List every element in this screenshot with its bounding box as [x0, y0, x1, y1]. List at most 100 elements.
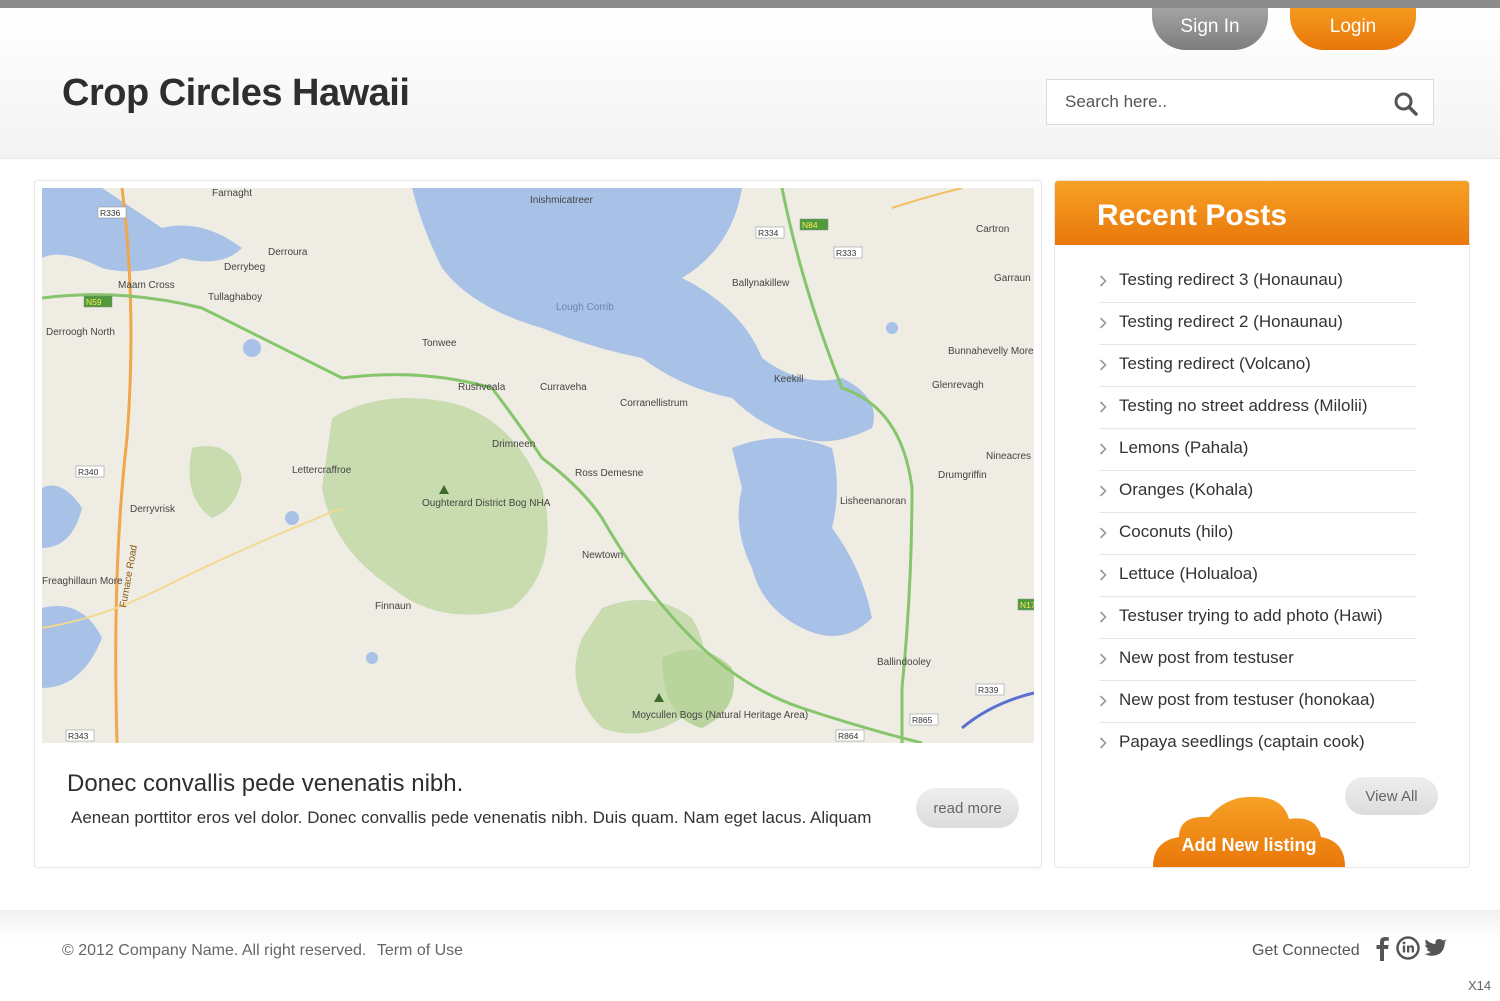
map-place-label: Oughterard District Bog NHA [422, 498, 551, 509]
map-place-label: Inishmicatreer [530, 195, 593, 206]
map-place-label: Tullaghaboy [208, 292, 262, 303]
terms-of-use-link[interactable]: Term of Use [377, 942, 463, 959]
recent-post-item[interactable]: Lettuce (Holualoa) [1099, 555, 1417, 597]
svg-text:R865: R865 [912, 715, 933, 725]
recent-post-label: Lettuce (Holualoa) [1119, 564, 1258, 583]
map-place-label: Bunnahevelly More [948, 346, 1034, 357]
map-place-label: Derroogh North [46, 327, 115, 338]
svg-text:R336: R336 [100, 208, 121, 218]
map-place-label: Derrybeg [224, 262, 265, 273]
chevron-right-icon [1099, 527, 1107, 539]
copyright: © 2012 Company Name. All right reserved.… [62, 942, 463, 960]
facebook-icon[interactable] [1370, 935, 1394, 961]
recent-post-label: Lemons (Pahala) [1119, 438, 1249, 457]
site-title: Crop Circles Hawaii [62, 72, 410, 114]
svg-text:R864: R864 [838, 731, 859, 741]
svg-text:R334: R334 [758, 228, 779, 238]
map-road-label: R864 [835, 729, 865, 742]
svg-text:N59: N59 [86, 297, 102, 307]
recent-post-item[interactable]: Coconuts (hilo) [1099, 513, 1417, 555]
copyright-text: © 2012 Company Name. All right reserved. [62, 942, 367, 959]
map-place-label: Drumgriffin [938, 470, 987, 481]
read-more-button[interactable]: read more [916, 788, 1019, 828]
recent-post-label: Testuser trying to add photo (Hawi) [1119, 606, 1383, 625]
map-place-label: Keekill [774, 374, 803, 385]
map-place-label: Nineacres [986, 451, 1031, 462]
recent-post-label: Testing redirect (Volcano) [1119, 354, 1311, 373]
map-road-label: R343 [65, 729, 95, 742]
add-new-listing-button[interactable]: Add New listing [1149, 793, 1349, 867]
chevron-right-icon [1099, 275, 1107, 287]
map-road-label: R336 [97, 206, 127, 219]
recent-post-item[interactable]: Testuser trying to add photo (Hawi) [1099, 597, 1417, 639]
map-place-label: Curraveha [540, 382, 587, 393]
recent-post-item[interactable]: Testing redirect 2 (Honaunau) [1099, 303, 1417, 345]
recent-post-item[interactable]: Lemons (Pahala) [1099, 429, 1417, 471]
page-code: X14 [1468, 978, 1492, 993]
map-road-label: N59 [83, 295, 113, 308]
chevron-right-icon [1099, 611, 1107, 623]
map-place-label: Lough Corrib [556, 302, 614, 313]
view-all-button[interactable]: View All [1345, 777, 1438, 815]
search-icon[interactable] [1393, 91, 1419, 117]
recent-post-label: Coconuts (hilo) [1119, 522, 1234, 541]
recent-post-item[interactable]: Testing redirect 3 (Honaunau) [1099, 261, 1417, 303]
recent-post-item[interactable]: New post from testuser (honokaa) [1099, 681, 1417, 723]
site-footer: © 2012 Company Name. All right reserved.… [0, 910, 1500, 1001]
map-place-label: Garraun South [994, 273, 1034, 284]
recent-post-item[interactable]: Testing redirect (Volcano) [1099, 345, 1417, 387]
map-place-label: Freaghillaun More [42, 576, 123, 587]
map-place-label: Tonwee [422, 338, 457, 349]
map-place-label: Maam Cross [118, 280, 175, 291]
map-road-label: R340 [75, 465, 105, 478]
map-road-label: N17 [1017, 598, 1034, 611]
map-place-label: Glenrevagh [932, 380, 984, 391]
map-place-label: Corranellistrum [620, 398, 688, 409]
linkedin-icon[interactable] [1396, 935, 1420, 961]
search-input[interactable] [1047, 80, 1395, 124]
chevron-right-icon [1099, 317, 1107, 329]
recent-posts-panel: Recent Posts Testing redirect 3 (Honauna… [1054, 180, 1470, 868]
post-title[interactable]: Donec convallis pede venenatis nibh. [67, 770, 463, 798]
search-box [1046, 79, 1434, 125]
svg-text:N84: N84 [802, 220, 818, 230]
recent-post-item[interactable]: New post from testuser [1099, 639, 1417, 681]
chevron-right-icon [1099, 359, 1107, 371]
map-road-label: R333 [833, 246, 863, 259]
map-canvas: Farnaght Inishmicatreer DerrouraDerrybeg Ma… [42, 188, 1034, 743]
chevron-right-icon [1099, 485, 1107, 497]
recent-post-label: Papaya seedlings (captain cook) [1119, 732, 1365, 751]
chevron-right-icon [1099, 695, 1107, 707]
map-place-label: Farnaght [212, 188, 252, 199]
map-place-label: Cartron [976, 224, 1009, 235]
chevron-right-icon [1099, 737, 1107, 749]
recent-posts-header: Recent Posts [1055, 181, 1469, 245]
svg-text:R343: R343 [68, 731, 89, 741]
chevron-right-icon [1099, 569, 1107, 581]
recent-post-item[interactable]: Papaya seedlings (captain cook) [1099, 723, 1417, 764]
recent-post-label: Oranges (Kohala) [1119, 480, 1254, 499]
post-excerpt: Aenean porttitor eros vel dolor. Donec c… [71, 808, 872, 827]
map-road-label: R334 [755, 226, 785, 239]
twitter-icon[interactable] [1424, 935, 1448, 961]
map-road-label: R865 [909, 713, 939, 726]
recent-post-item[interactable]: Oranges (Kohala) [1099, 471, 1417, 513]
top-strip [0, 0, 1500, 8]
recent-post-label: Testing redirect 2 (Honaunau) [1119, 312, 1343, 331]
location-map[interactable]: Farnaght Inishmicatreer Derroura Derrybeg Ma… [42, 188, 1034, 743]
svg-text:R339: R339 [978, 685, 999, 695]
map-place-label: Derryvrisk [130, 504, 176, 515]
map-road-label: R339 [975, 683, 1005, 696]
map-place-label: Newtown [582, 550, 623, 561]
chevron-right-icon [1099, 401, 1107, 413]
svg-text:R333: R333 [836, 248, 857, 258]
chevron-right-icon [1099, 653, 1107, 665]
featured-listing-card: Farnaght Inishmicatreer Derroura Derrybeg Ma… [34, 180, 1042, 868]
chevron-right-icon [1099, 443, 1107, 455]
svg-text:N17: N17 [1020, 600, 1034, 610]
login-tab[interactable]: Login [1290, 8, 1416, 50]
sign-in-tab[interactable]: Sign In [1152, 8, 1268, 50]
map-place-label: Finnaun [375, 601, 411, 612]
recent-post-item[interactable]: Testing no street address (Milolii) [1099, 387, 1417, 429]
svg-text:R340: R340 [78, 467, 99, 477]
